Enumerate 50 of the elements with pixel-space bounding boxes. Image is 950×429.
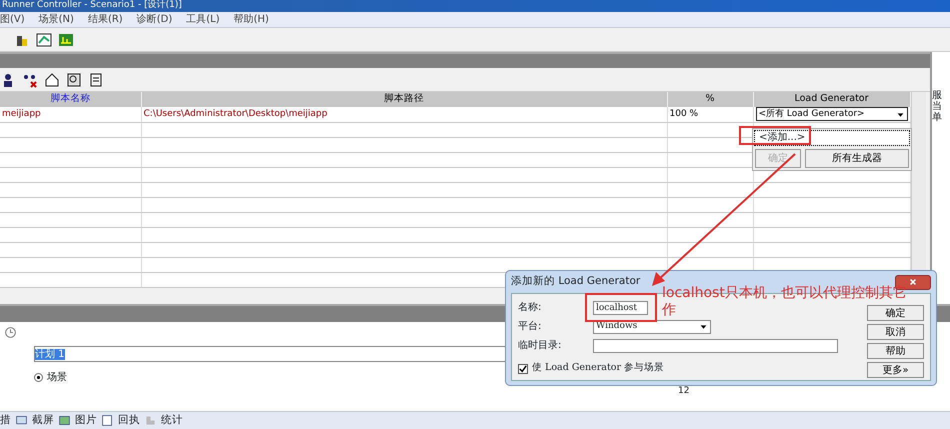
checkbox-label: 使 Load Generator 参与场景 — [532, 361, 664, 376]
menu-item[interactable]: 图(V) — [0, 12, 25, 27]
column-header[interactable]: % — [667, 92, 753, 107]
dialog-button[interactable]: 取消 — [867, 324, 924, 340]
bottom-tab[interactable]: 截屏 — [32, 412, 54, 428]
menu-item[interactable]: 工具(L) — [186, 12, 220, 27]
side-panel-text: 当 — [932, 101, 943, 112]
side-panel-text: 单 — [932, 112, 943, 123]
field-label: 名称: — [518, 301, 542, 315]
bottom-tab[interactable]: 统计 — [161, 412, 183, 428]
menu-item[interactable]: 诊断(D) — [136, 12, 172, 27]
dialog-title: 添加新的 Load Generator — [511, 274, 640, 290]
input-field[interactable] — [593, 338, 838, 352]
annotation-text: 作 — [662, 302, 676, 318]
input-field[interactable]: localhost — [593, 300, 648, 314]
axis-label: 12 — [678, 386, 690, 396]
dialog-button[interactable]: 帮助 — [867, 343, 924, 359]
dialog-button[interactable]: 更多» — [867, 362, 924, 378]
tab-icon[interactable] — [101, 414, 114, 427]
dropdown-button[interactable]: 所有生成器 — [805, 149, 909, 168]
house-icon[interactable] — [44, 72, 60, 88]
close-icon[interactable] — [909, 278, 917, 286]
radio-button[interactable] — [34, 373, 43, 382]
menu-item[interactable]: 帮助(H) — [234, 12, 269, 27]
column-header[interactable]: 脚本名称 — [0, 92, 141, 107]
table-cell: 100 % — [667, 107, 753, 122]
side-panel-text: 服 — [932, 90, 943, 101]
highlight-box — [585, 293, 657, 322]
chart-icon[interactable] — [58, 32, 74, 48]
column-header[interactable]: 脚本路径 — [141, 92, 667, 107]
checkbox[interactable] — [518, 364, 528, 374]
radio-label: 场景 — [47, 370, 67, 385]
load-generator-dropdown[interactable]: <所有 Load Generator> — [756, 107, 908, 122]
tab-icon[interactable] — [58, 414, 71, 427]
menu-item[interactable]: 结果(R) — [88, 12, 123, 27]
tab-icon[interactable] — [15, 414, 28, 427]
dropdown-item[interactable]: <添加...> — [755, 131, 909, 145]
menu-item[interactable]: 场景(N) — [38, 12, 74, 27]
column-header[interactable]: Load Generator — [753, 92, 910, 107]
bottom-tab[interactable]: 图片 — [75, 412, 97, 428]
clock-icon[interactable] — [4, 326, 17, 339]
annotation-text: localhost只本机，也可以代理控制其它 — [662, 285, 907, 301]
bottom-tab[interactable]: 回执 — [118, 412, 140, 428]
table-cell: meijiapp — [0, 107, 141, 122]
dialog-button[interactable]: 确定 — [867, 305, 924, 321]
table-cell: C:\Users\Administrator\Desktop\meijiapp — [141, 107, 667, 122]
document-icon[interactable] — [88, 72, 104, 88]
field-label: 平台: — [518, 320, 542, 334]
bottom-tab[interactable]: 措 — [0, 412, 11, 428]
highlight-box — [739, 126, 811, 145]
